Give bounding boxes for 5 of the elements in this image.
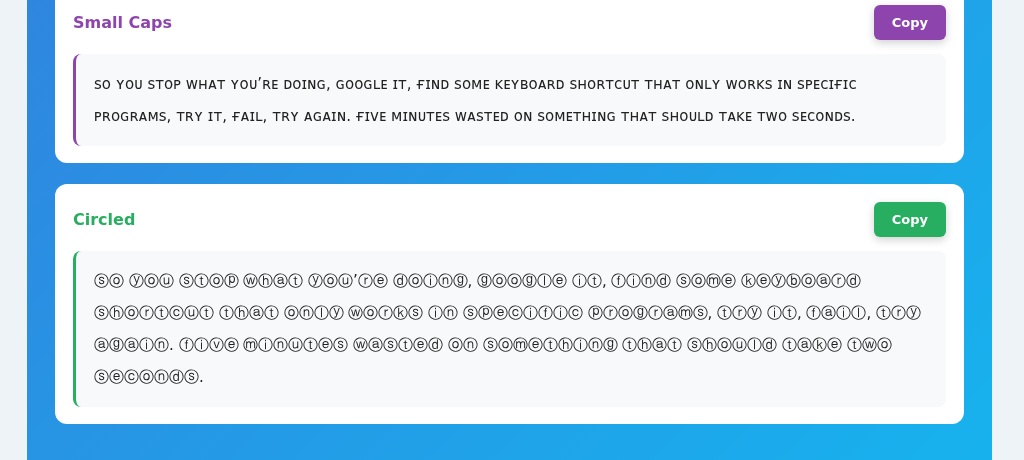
- copy-button[interactable]: Copy: [873, 5, 946, 40]
- styled-text: ⓢⓞ ⓨⓞⓤ ⓢⓣⓞⓟ ⓦⓗⓐⓣ ⓨⓞⓤ’ⓡⓔ ⓓⓞⓘⓝⓖ, ⓖⓞⓞⓖⓛⓔ ⓘⓣ, ⓕⓘⓝⓓ ⓢⓞⓜⓔ ⓚⓔⓨⓑⓞⓐⓡⓓ ⓢⓗⓞⓡⓣⓒⓤⓣ ⓣⓗⓐⓣ ⓞⓝⓛⓨ ⓦⓞⓡⓚⓢ ⓘⓝ ⓢⓟⓔⓒⓘⓕⓘⓒ ⓟⓡⓞⓖⓡⓐⓜⓢ, ⓣⓡⓨ ⓘⓣ, ⓕⓐⓘⓛ, ⓣⓡⓨ ⓐⓖⓐⓘⓝ. ⓕⓘⓥⓔ ⓜⓘⓝⓤⓣⓔⓢ ⓦⓐⓢⓣⓔⓓ ⓞⓝ ⓢⓞⓜⓔⓣⓗⓘⓝⓖ ⓣⓗⓐⓣ ⓢⓗⓞⓤⓛⓓ ⓣⓐⓚⓔ ⓣⓦⓞ ⓢⓔⓒⓞⓝⓓⓢ.: [73, 251, 946, 407]
- style-title: Circled: [73, 210, 136, 229]
- styled-text: ꜱᴏ ʏᴏᴜ ꜱᴛᴏᴘ ᴡʜᴀᴛ ʏᴏᴜ’ʀᴇ ᴅᴏɪɴɢ, ɢᴏᴏɢʟᴇ ɪᴛ, ғɪɴᴅ ꜱᴏᴍᴇ ᴋᴇʏʙᴏᴀʀᴅ ꜱʜᴏʀᴛᴄᴜᴛ ᴛʜᴀᴛ ᴏɴʟʏ ᴡᴏʀᴋꜱ ɪɴ ꜱᴘᴇᴄɪғɪᴄ ᴘʀᴏɢʀᴀᴍꜱ, ᴛʀʏ ɪᴛ, ғᴀɪʟ, ᴛʀʏ ᴀɢᴀɪɴ. ғɪᴠᴇ ᴍɪɴᴜᴛᴇꜱ ᴡᴀꜱᴛᴇᴅ ᴏɴ ꜱᴏᴍᴇᴛʜɪɴɢ ᴛʜᴀᴛ ꜱʜᴏᴜʟᴅ ᴛᴀᴋᴇ ᴛᴡᴏ ꜱᴇᴄᴏɴᴅꜱ.: [73, 54, 946, 146]
- style-title: Small Caps: [73, 13, 173, 32]
